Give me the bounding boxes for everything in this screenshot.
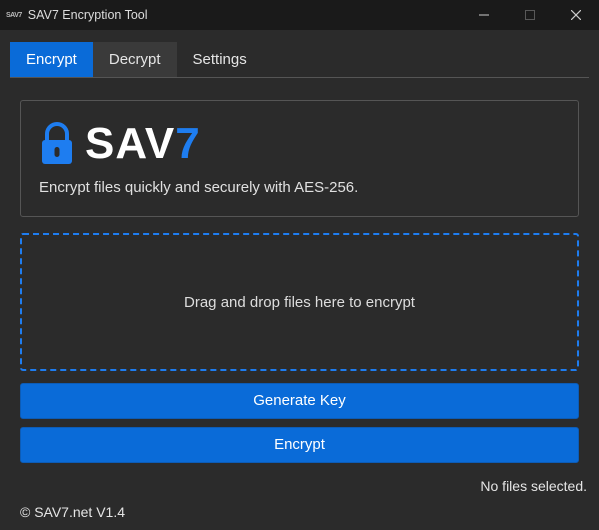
tab-bar: Encrypt Decrypt Settings	[10, 42, 589, 78]
tab-settings[interactable]: Settings	[177, 42, 263, 77]
logo-row: SAV7	[39, 119, 560, 169]
close-icon	[571, 10, 581, 20]
content-area: Encrypt Decrypt Settings SAV7 Encrypt fi…	[0, 42, 599, 463]
minimize-icon	[479, 10, 489, 20]
dropzone-label: Drag and drop files here to encrypt	[184, 294, 415, 311]
footer-text: © SAV7.net V1.4	[20, 504, 125, 520]
maximize-button	[507, 0, 553, 30]
close-button[interactable]	[553, 0, 599, 30]
app-logo-text: SAV7	[85, 119, 201, 169]
window-title: SAV7 Encryption Tool	[28, 8, 148, 22]
minimize-button[interactable]	[461, 0, 507, 30]
logo-prefix: SAV	[85, 119, 175, 168]
app-small-logo: SAV7	[6, 12, 22, 19]
encrypt-button[interactable]: Encrypt	[20, 427, 579, 463]
hero-panel: SAV7 Encrypt files quickly and securely …	[20, 100, 579, 217]
logo-suffix: 7	[175, 119, 200, 168]
maximize-icon	[525, 10, 535, 20]
window-controls	[461, 0, 599, 30]
tab-decrypt[interactable]: Decrypt	[93, 42, 177, 77]
tab-encrypt[interactable]: Encrypt	[10, 42, 93, 77]
hero-subtitle: Encrypt files quickly and securely with …	[39, 179, 560, 196]
lock-icon	[39, 122, 75, 166]
status-text: No files selected.	[480, 478, 587, 494]
titlebar: SAV7 SAV7 Encryption Tool	[0, 0, 599, 30]
generate-key-button[interactable]: Generate Key	[20, 383, 579, 419]
file-dropzone[interactable]: Drag and drop files here to encrypt	[20, 233, 579, 371]
